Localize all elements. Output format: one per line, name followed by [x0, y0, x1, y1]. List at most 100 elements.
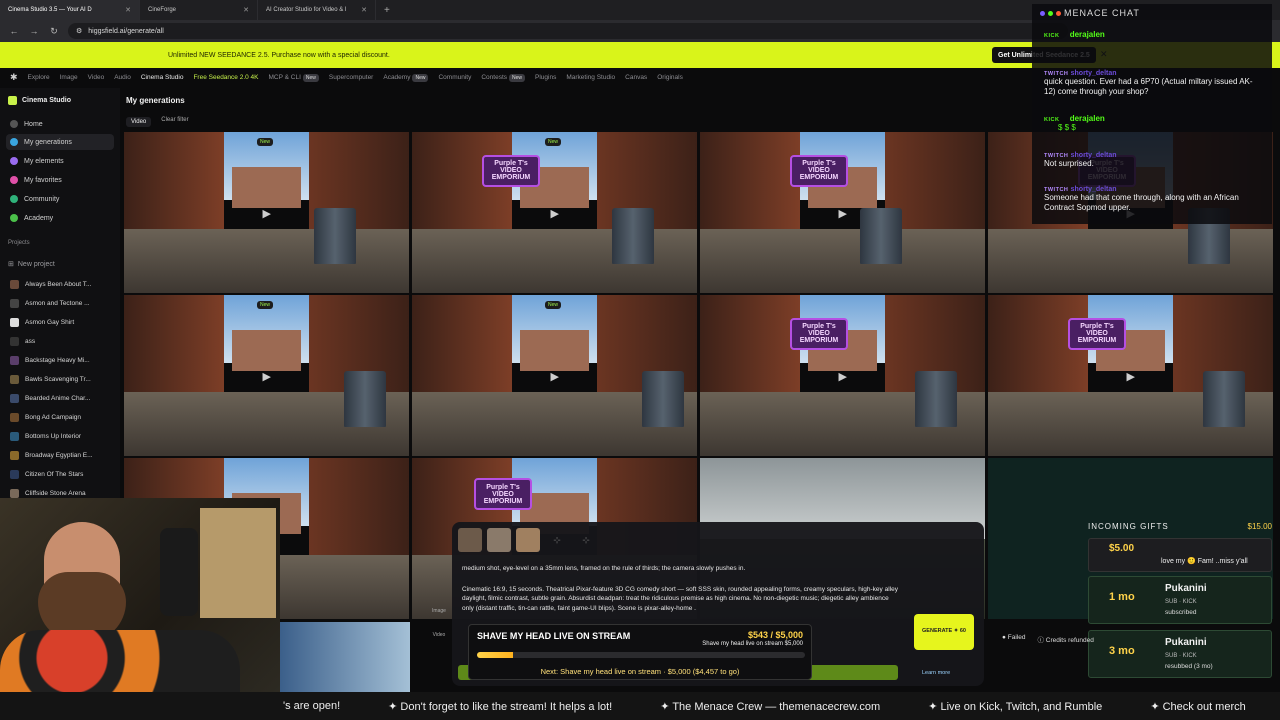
project-thumb	[10, 317, 19, 327]
sidebar-item-my-elements[interactable]: My elements	[6, 153, 114, 169]
ticker-item: 's are open!	[283, 700, 341, 712]
play-icon[interactable]: ▶	[1127, 370, 1135, 383]
tab-cinema-studio[interactable]: Cinema Studio 3.5 — Your AI D ✕	[0, 0, 140, 20]
new-project-button[interactable]: ⊞ New project	[8, 260, 55, 269]
nav-video[interactable]: Video	[88, 74, 105, 81]
chat-message: KICK derajalen $ $ $	[1044, 114, 1105, 132]
tab-cineforge[interactable]: CineForge ✕	[140, 0, 258, 20]
nav-mcp-cli[interactable]: MCP & CLI New	[269, 73, 319, 82]
trash-can	[642, 371, 684, 428]
project-item[interactable]: Bong Ad Campaign	[6, 410, 114, 424]
heart-icon	[10, 176, 18, 184]
project-item[interactable]: Citizen Of The Stars	[6, 467, 114, 481]
play-icon[interactable]: ▶	[839, 370, 847, 383]
back-icon[interactable]: ←	[8, 26, 20, 36]
mode-switch[interactable]: Image Video	[430, 608, 448, 638]
generation-tile[interactable]: Purple T's VIDEO EMPORIUM ▶	[700, 132, 985, 293]
nav-audio[interactable]: Audio	[114, 74, 131, 81]
project-thumb	[10, 450, 19, 460]
sidebar-item-home[interactable]: Home	[6, 116, 114, 132]
page-title: My generations	[126, 96, 185, 105]
sidebar-title[interactable]: Cinema Studio	[8, 96, 71, 105]
generation-tile[interactable]: New ▶	[412, 295, 697, 456]
sidebar-item-community[interactable]: Community	[6, 191, 114, 207]
sidebar-item-my-generations[interactable]: My generations	[6, 134, 114, 150]
project-item[interactable]: Always Been About T...	[6, 277, 114, 291]
reference-thumb[interactable]	[516, 528, 540, 552]
generation-status: ● Failed ⓘ Credits refunded	[1002, 634, 1094, 644]
play-icon[interactable]: ▶	[263, 370, 271, 383]
prompt-text[interactable]: Cinematic 16:9, 15 seconds. Theatrical P…	[462, 585, 902, 613]
ticker-item: ✦ Don't forget to like the stream! It he…	[388, 700, 613, 713]
generation-tile[interactable]: Purple T's VIDEO EMPORIUM ▶	[700, 295, 985, 456]
project-item[interactable]: Asmon Gay Shirt	[6, 315, 114, 329]
play-icon[interactable]: ▶	[839, 207, 847, 220]
incoming-gifts-panel: INCOMING GIFTS $15.00 $5.00 love my 🙂 Fam…	[1084, 520, 1276, 690]
generation-tile[interactable]: New ▶	[124, 132, 409, 293]
filter-chip-video[interactable]: Video	[126, 117, 152, 127]
learn-more-link[interactable]: Learn more	[922, 670, 950, 676]
new-badge: New	[545, 301, 562, 309]
close-icon[interactable]: ✕	[125, 6, 131, 14]
project-thumb	[10, 488, 19, 498]
sidebar-item-my-favorites[interactable]: My favorites	[6, 172, 114, 188]
generate-button[interactable]: GENERATE ✦ 60	[914, 614, 974, 650]
project-item[interactable]: Bawls Scavenging Tr...	[6, 372, 114, 386]
reload-icon[interactable]: ↻	[48, 26, 60, 37]
project-item[interactable]: Backstage Heavy Mi...	[6, 353, 114, 367]
stream-chat-overlay: MENACE CHAT KICK derajalen TWITCH shorty…	[1032, 4, 1272, 224]
project-thumb	[10, 374, 19, 384]
goal-progress-bar	[477, 652, 805, 658]
generations-icon	[10, 138, 18, 146]
forward-icon[interactable]: →	[28, 26, 40, 36]
new-tab-button[interactable]: +	[376, 5, 398, 16]
close-icon[interactable]: ✕	[361, 6, 367, 14]
donation-goal: SHAVE MY HEAD LIVE ON STREAM $543 / $5,0…	[468, 624, 812, 680]
logo-icon[interactable]: ✱	[10, 72, 18, 83]
nav-academy[interactable]: Academy New	[383, 73, 429, 82]
nav-contests[interactable]: Contests New	[481, 73, 526, 82]
nav-explore[interactable]: Explore	[28, 74, 50, 81]
new-badge: New	[545, 138, 562, 146]
nav-marketing-studio[interactable]: Marketing Studio	[566, 74, 615, 81]
add-reference-icon[interactable]: ⊹	[574, 528, 598, 552]
play-icon[interactable]: ▶	[551, 370, 559, 383]
project-item[interactable]: Asmon and Tectone ...	[6, 296, 114, 310]
url-input[interactable]: ⚙ higgsfield.ai/generate/all	[68, 23, 1068, 39]
nav-canvas[interactable]: Canvas	[625, 74, 647, 81]
site-info-icon[interactable]: ⚙	[76, 27, 82, 35]
nav-free-seedance[interactable]: Free Seedance 2.0 4K	[193, 74, 258, 81]
promo-text: Unlimited NEW SEEDANCE 2.5. Purchase now…	[168, 51, 390, 59]
generation-tile[interactable]: Purple T's VIDEO EMPORIUM ▶	[988, 295, 1273, 456]
shop-sign: Purple T's VIDEO EMPORIUM	[1068, 317, 1126, 350]
ticker-item: ✦ Live on Kick, Twitch, and Rumble	[928, 700, 1103, 713]
prompt-text[interactable]: medium shot, eye-level on a 35mm lens, f…	[462, 565, 922, 572]
play-icon[interactable]: ▶	[263, 207, 271, 220]
nav-community[interactable]: Community	[438, 74, 471, 81]
nav-plugins[interactable]: Plugins	[535, 74, 556, 81]
sidebar-item-academy[interactable]: Academy	[6, 210, 114, 226]
project-item[interactable]: Bottoms Up Interior	[6, 429, 114, 443]
nav-image[interactable]: Image	[60, 74, 78, 81]
project-item[interactable]: ass	[6, 334, 114, 348]
elements-icon	[10, 157, 18, 165]
project-item[interactable]: Bearded Anime Char...	[6, 391, 114, 405]
project-item[interactable]: Broadway Egyptian E...	[6, 448, 114, 462]
clear-filter-link[interactable]: Clear filter	[161, 117, 188, 127]
generation-tile[interactable]: New ▶	[124, 295, 409, 456]
close-icon[interactable]: ✕	[243, 6, 249, 14]
nav-supercomputer[interactable]: Supercomputer	[329, 74, 373, 81]
nav-cinema-studio[interactable]: Cinema Studio	[141, 74, 184, 81]
trash-can	[860, 208, 902, 265]
ticker-item: ✦ Check out merch	[1150, 700, 1246, 713]
nav-originals[interactable]: Originals	[657, 74, 683, 81]
reference-thumb[interactable]	[458, 528, 482, 552]
failed-status: ● Failed	[1002, 634, 1026, 641]
play-icon[interactable]: ▶	[551, 207, 559, 220]
reference-thumb[interactable]	[487, 528, 511, 552]
chat-header: MENACE CHAT	[1040, 8, 1140, 18]
tab-ai-creator-studio[interactable]: AI Creator Studio for Video & I ✕	[258, 0, 376, 20]
new-badge: New	[509, 73, 526, 82]
generation-tile[interactable]: Purple T's VIDEO EMPORIUM New ▶	[412, 132, 697, 293]
add-reference-icon[interactable]: ⊹	[545, 528, 569, 552]
